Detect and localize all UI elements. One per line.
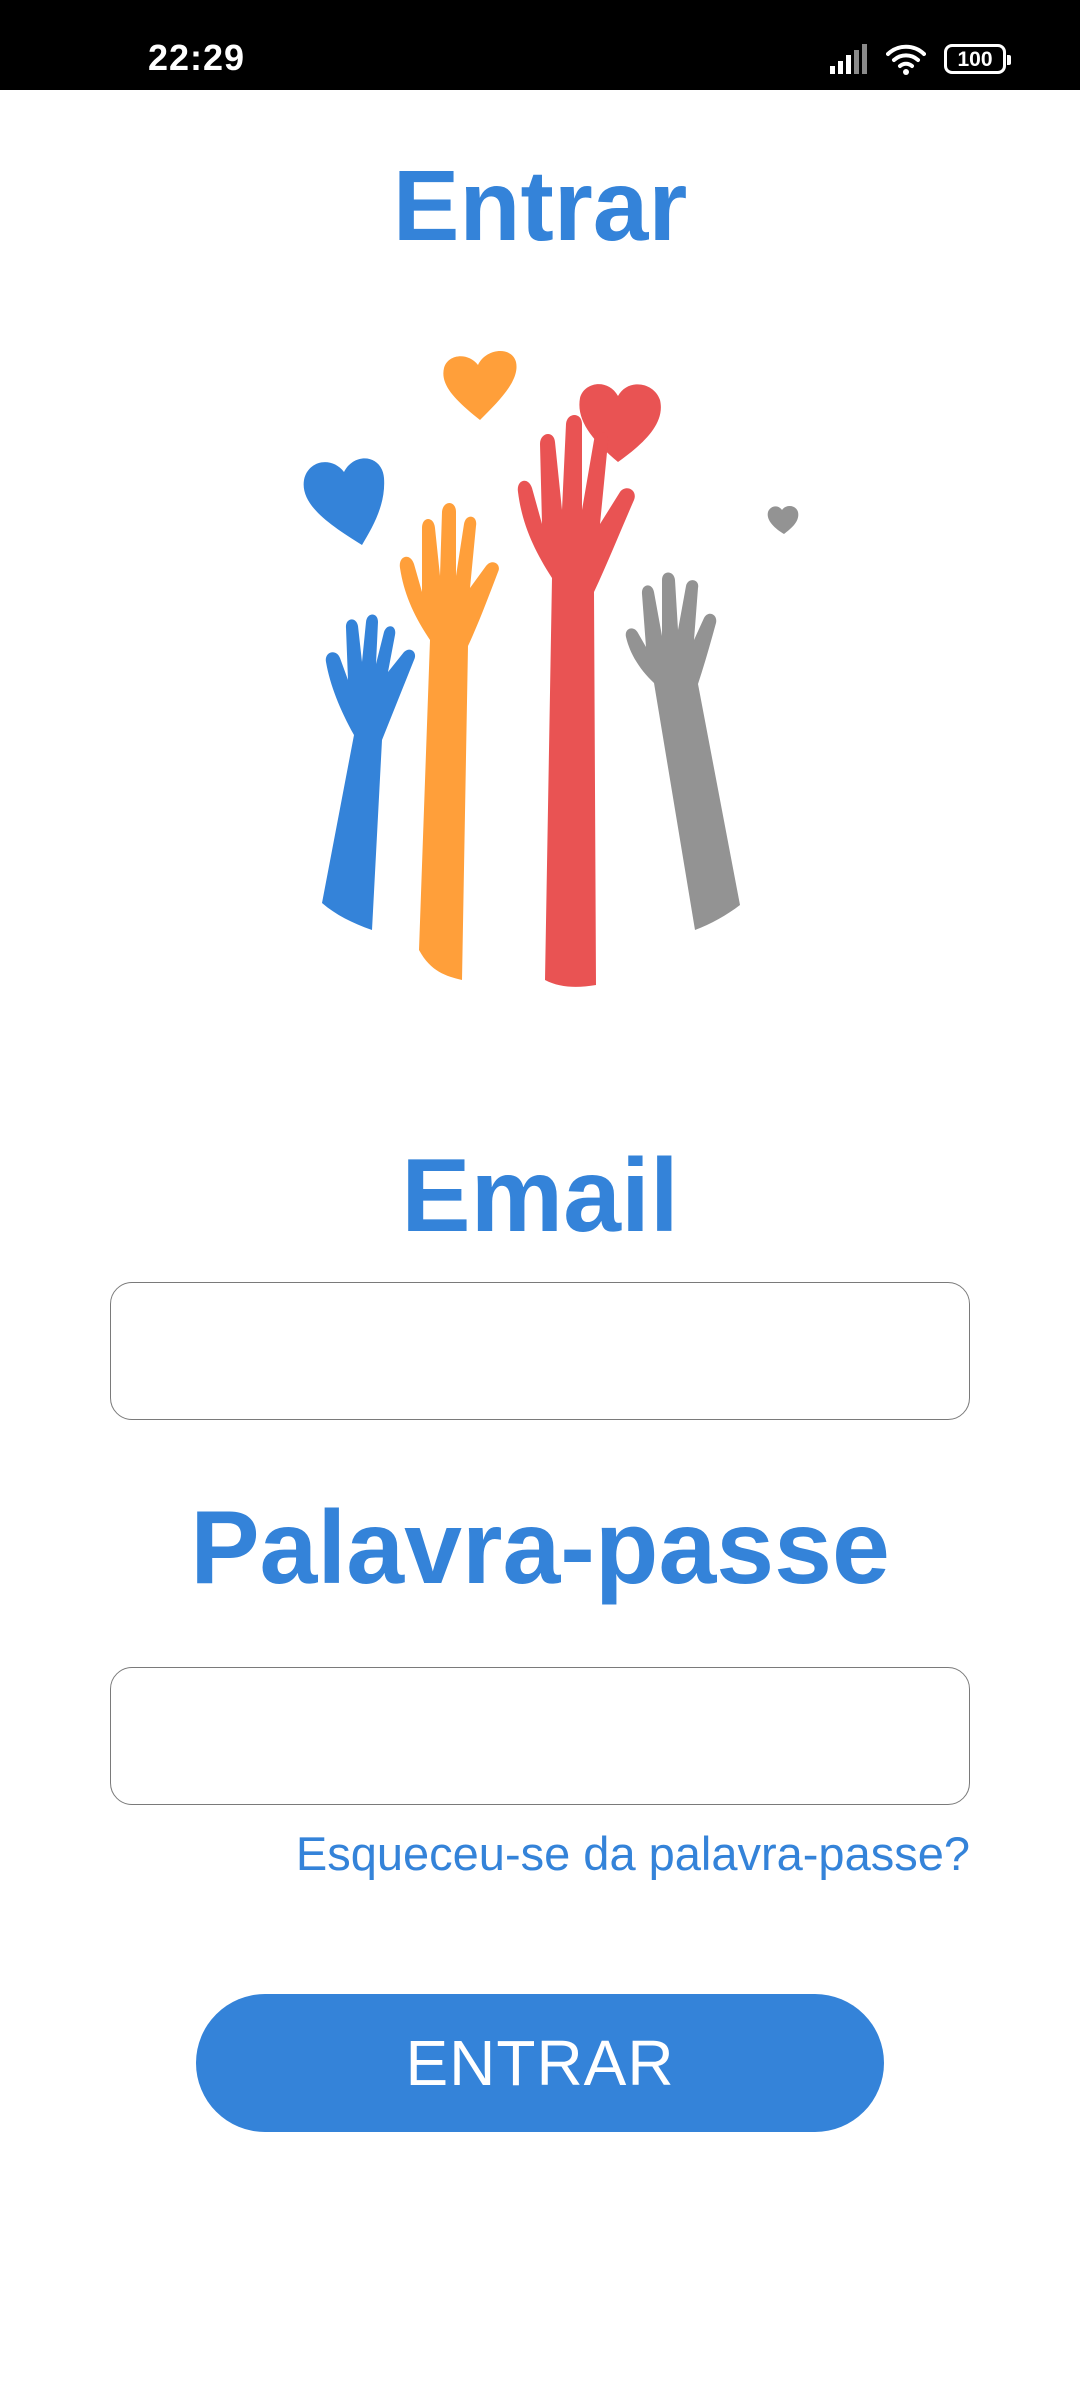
signal-icon xyxy=(830,44,867,74)
battery-icon: 100 xyxy=(944,44,1011,74)
forgot-password-link[interactable]: Esqueceu-se da palavra-passe? xyxy=(296,1824,970,1884)
battery-cap xyxy=(1007,55,1011,65)
gray-hand xyxy=(625,572,740,930)
blue-heart-icon xyxy=(303,458,385,545)
orange-hand xyxy=(399,503,499,980)
password-field[interactable] xyxy=(110,1667,970,1805)
battery-level: 100 xyxy=(957,47,993,71)
wifi-icon xyxy=(886,44,926,75)
orange-heart-icon xyxy=(443,351,517,420)
email-field[interactable] xyxy=(110,1282,970,1420)
raised-hands-hearts-illustration xyxy=(303,351,799,987)
login-button[interactable]: ENTRAR xyxy=(196,1994,884,2132)
red-hand xyxy=(517,415,635,987)
status-icons: 100 xyxy=(828,41,1011,77)
password-label: Palavra-passe xyxy=(190,1490,890,1606)
status-bar: 22:29 100 xyxy=(0,0,1080,90)
email-label: Email xyxy=(401,1138,679,1254)
gray-heart-icon xyxy=(767,506,799,534)
red-heart-icon xyxy=(579,384,661,462)
status-time: 22:29 xyxy=(148,37,246,78)
blue-hand xyxy=(322,614,416,930)
page-title: Entrar xyxy=(392,150,688,262)
